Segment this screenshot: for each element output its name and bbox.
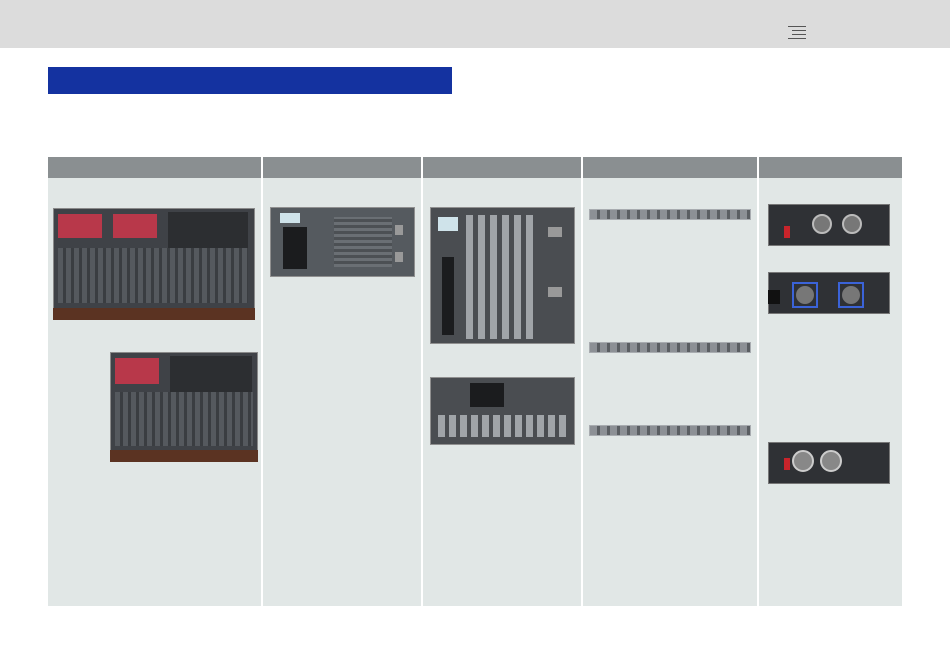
console-small-image [110,352,258,462]
column-header-cards [759,157,902,178]
hamburger-menu-icon[interactable] [784,24,806,40]
dsp-engine-image [270,207,415,277]
xlr-strip-2-image [589,342,751,353]
card-twinlan-image [768,442,890,484]
xlr-strip-3-image [589,425,751,436]
card-optical-2-image [768,272,890,314]
column-header-io-rack [423,157,581,178]
column-header-dsp [263,157,421,178]
card-optical-1-image [768,204,890,246]
column-header-console [48,157,261,178]
console-large-image [53,208,255,320]
io-rack-large-image [430,207,575,347]
top-bar [0,0,950,48]
xlr-strip-1-image [589,209,751,220]
io-rack-small-image [430,377,575,447]
column-stagebox [583,178,757,606]
column-header-stagebox [583,157,757,178]
section-banner [48,67,452,94]
